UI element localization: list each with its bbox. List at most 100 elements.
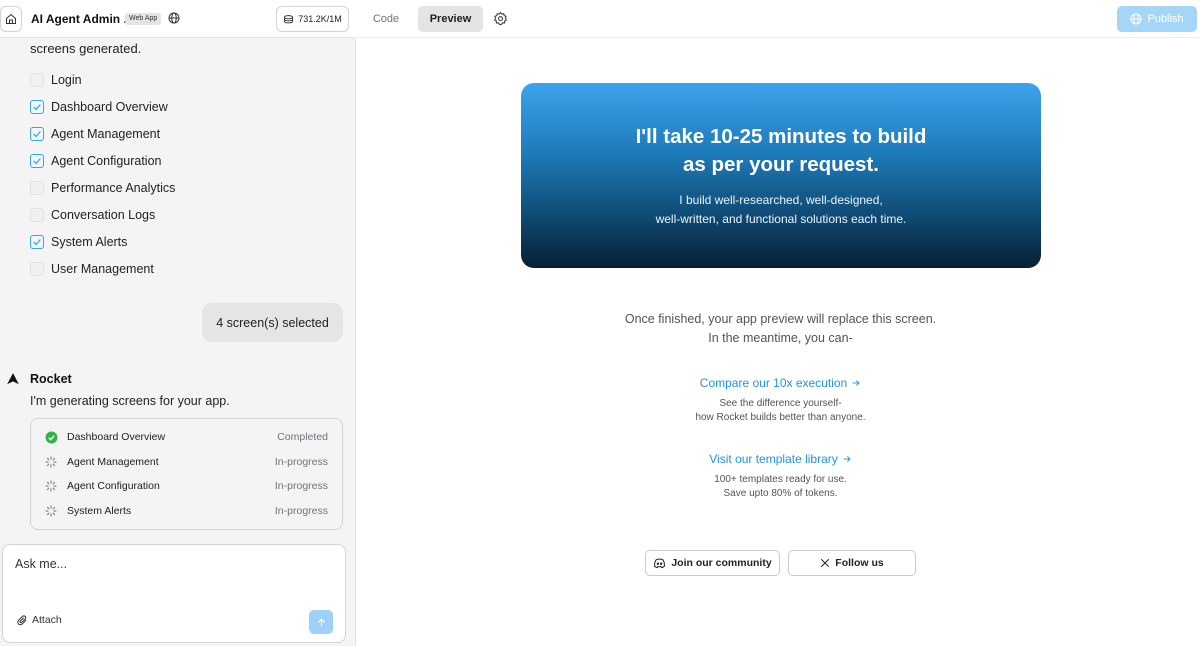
screen-item-performance-analytics[interactable]: Performance Analytics xyxy=(30,174,175,201)
hero-title-line: I'll take 10-25 minutes to build xyxy=(635,125,927,148)
rocket-logo-icon xyxy=(7,373,19,385)
progress-row: Agent Management In-progress xyxy=(45,450,328,475)
screen-label: User Management xyxy=(51,261,154,276)
follow-us-button[interactable]: Follow us xyxy=(788,550,916,576)
template-section: Visit our template library 100+ template… xyxy=(600,450,961,500)
hero-subtitle-line: I build well-researched, well-designed, xyxy=(679,193,883,207)
check-icon xyxy=(33,103,41,110)
screen-item-agent-configuration[interactable]: Agent Configuration xyxy=(30,147,175,174)
globe-icon[interactable] xyxy=(168,12,180,24)
hero-subtitle: I build well-researched, well-designed, … xyxy=(521,191,1041,229)
user-message-bubble: 4 screen(s) selected xyxy=(202,303,343,342)
progress-status: In-progress xyxy=(274,504,328,517)
arrow-up-icon xyxy=(317,618,325,626)
chat-composer: Attach xyxy=(2,544,346,643)
progress-row: Dashboard Overview Completed xyxy=(45,425,328,450)
screen-label: Conversation Logs xyxy=(51,207,156,222)
spinner-icon xyxy=(45,505,57,517)
screen-item-system-alerts[interactable]: System Alerts xyxy=(30,228,175,255)
screen-item-login[interactable]: Login xyxy=(30,66,175,93)
discord-icon xyxy=(654,558,666,568)
description-line: Save upto 80% of tokens. xyxy=(723,487,838,499)
finish-note-line: In the meantime, you can- xyxy=(708,331,853,345)
screen-item-dashboard-overview[interactable]: Dashboard Overview xyxy=(30,93,175,120)
check-icon xyxy=(33,130,41,137)
link-label: Compare our 10x execution xyxy=(699,376,848,390)
description-line: 100+ templates ready for use. xyxy=(714,474,847,485)
finish-note-line: Once finished, your app preview will rep… xyxy=(624,312,937,326)
screen-label: Login xyxy=(51,72,82,87)
toolbar-divider xyxy=(357,37,1200,38)
hero-subtitle-line: well-written, and functional solutions e… xyxy=(655,212,907,226)
screen-label: Agent Management xyxy=(51,126,161,141)
screen-item-conversation-logs[interactable]: Conversation Logs xyxy=(30,201,175,228)
home-icon xyxy=(6,13,16,24)
compare-section: Compare our 10x execution See the differ… xyxy=(600,374,961,424)
checkbox[interactable] xyxy=(30,126,44,141)
completed-check-icon xyxy=(45,431,58,444)
checkbox[interactable] xyxy=(30,207,44,222)
progress-status: In-progress xyxy=(274,480,328,493)
template-library-link[interactable]: Visit our template library xyxy=(709,452,852,466)
link-label: Visit our template library xyxy=(709,452,838,466)
assistant-name: Rocket xyxy=(30,372,72,386)
screen-item-agent-management[interactable]: Agent Management xyxy=(30,120,175,147)
spinner-icon xyxy=(45,480,57,492)
join-community-button[interactable]: Join our community xyxy=(645,550,780,576)
checkbox[interactable] xyxy=(30,153,44,168)
globe-icon xyxy=(1130,13,1142,25)
publish-label: Publish xyxy=(1147,13,1184,25)
finish-note: Once finished, your app preview will rep… xyxy=(560,310,1001,348)
publish-button[interactable]: Publish xyxy=(1117,6,1197,32)
chat-input[interactable] xyxy=(15,557,315,571)
tab-code[interactable]: Code xyxy=(363,7,409,31)
home-button[interactable] xyxy=(0,6,22,32)
generation-progress-card: Dashboard Overview Completed Agent Manag… xyxy=(30,418,343,530)
screen-checklist: Login Dashboard Overview Agent Managemen… xyxy=(30,66,175,282)
screen-label: Dashboard Overview xyxy=(51,99,168,114)
screen-label: System Alerts xyxy=(51,234,128,249)
token-count: 731.2K/1M xyxy=(298,14,342,24)
assistant-header: Rocket xyxy=(6,372,72,386)
chat-panel: AI Agent Admin ... Web App 731.2K/1M scr… xyxy=(0,0,356,646)
check-icon xyxy=(33,157,41,164)
checkbox[interactable] xyxy=(30,180,44,195)
checkbox[interactable] xyxy=(30,261,44,276)
attach-label: Attach xyxy=(32,614,62,626)
arrow-right-icon xyxy=(852,380,860,386)
screen-label: Agent Configuration xyxy=(51,153,162,168)
button-label: Follow us xyxy=(835,557,884,569)
tab-preview[interactable]: Preview xyxy=(418,6,483,32)
compare-execution-link[interactable]: Compare our 10x execution xyxy=(700,376,861,390)
checkbox[interactable] xyxy=(30,234,44,249)
description-line: See the difference yourself- xyxy=(719,398,842,409)
progress-name: System Alerts xyxy=(67,504,132,517)
gear-icon[interactable] xyxy=(493,11,508,26)
project-header: AI Agent Admin ... Web App 731.2K/1M xyxy=(0,0,356,38)
progress-row: System Alerts In-progress xyxy=(45,499,328,524)
hero-title: I'll take 10-25 minutes to build as per … xyxy=(521,123,1041,179)
token-usage-button[interactable]: 731.2K/1M xyxy=(276,6,349,32)
generated-text: screens generated. xyxy=(30,41,142,56)
hero-title-line: as per your request. xyxy=(683,153,879,176)
compare-description: See the difference yourself- how Rocket … xyxy=(600,397,961,424)
assistant-message: I'm generating screens for your app. xyxy=(30,394,230,408)
build-time-hero: I'll take 10-25 minutes to build as per … xyxy=(521,83,1041,268)
progress-status: Completed xyxy=(277,431,328,444)
attach-button[interactable]: Attach xyxy=(17,614,62,626)
x-logo-icon xyxy=(821,558,830,568)
progress-row: Agent Configuration In-progress xyxy=(45,474,328,499)
project-title[interactable]: AI Agent Admin ... xyxy=(31,12,133,26)
progress-name: Agent Configuration xyxy=(67,480,160,493)
screen-item-user-management[interactable]: User Management xyxy=(30,255,175,282)
checkbox[interactable] xyxy=(30,99,44,114)
progress-name: Dashboard Overview xyxy=(67,431,166,444)
progress-status: In-progress xyxy=(274,455,328,468)
screen-label: Performance Analytics xyxy=(51,180,176,195)
paperclip-icon xyxy=(17,614,27,625)
progress-name: Agent Management xyxy=(67,455,159,468)
button-label: Join our community xyxy=(671,557,772,569)
send-button[interactable] xyxy=(309,610,333,634)
checkbox[interactable] xyxy=(30,72,44,87)
description-line: how Rocket builds better than anyone. xyxy=(695,411,866,423)
